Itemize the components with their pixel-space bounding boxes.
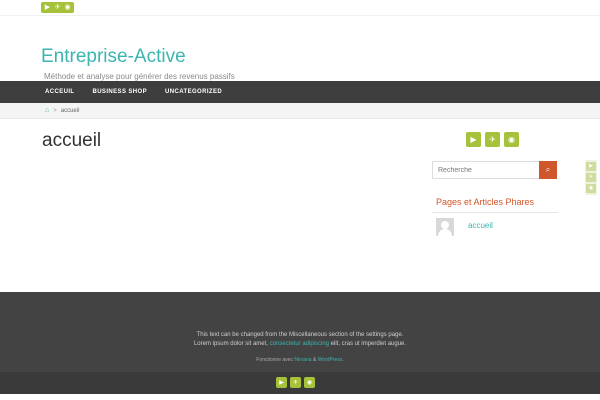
footer-social-icons: ▶ ✈ ◉ <box>276 377 315 388</box>
site-title[interactable]: Entreprise-Active <box>41 46 186 68</box>
avatar-head-shape <box>441 221 449 229</box>
nav-item-business-shop[interactable]: BUSINESS SHOP <box>92 89 147 95</box>
site-footer: This text can be changed from the Miscel… <box>0 292 600 372</box>
youtube-icon[interactable]: ▶ <box>466 132 481 147</box>
footer-text-line1: This text can be changed from the Miscel… <box>196 332 404 338</box>
youtube-icon[interactable]: ▶ <box>276 377 287 388</box>
nav-item-acceuil[interactable]: ACCEUIL <box>45 89 74 95</box>
breadcrumb: ⌂ > accueil <box>0 103 600 119</box>
rss-icon[interactable]: ◉ <box>504 132 519 147</box>
floating-social-bar: ▶ ✈ ◉ <box>585 160 597 195</box>
widget-title: Pages et Articles Phares <box>436 197 535 207</box>
rss-icon[interactable]: ◉ <box>304 377 315 388</box>
search-input[interactable] <box>433 162 539 178</box>
breadcrumb-current: accueil <box>60 107 80 114</box>
top-social-icons: ▶ ✈ ◉ <box>41 2 74 13</box>
search-button[interactable]: ⌕ <box>539 161 557 179</box>
widget-link-accueil[interactable]: accueil <box>468 221 493 230</box>
avatar-body-shape <box>438 229 452 236</box>
search-icon: ⌕ <box>545 165 551 174</box>
search-form: ⌕ <box>432 161 557 179</box>
twitter-icon[interactable]: ✈ <box>586 173 596 182</box>
main-nav: ACCEUIL BUSINESS SHOP UNCATEGORIZED <box>0 81 600 103</box>
rss-icon[interactable]: ◉ <box>586 184 596 193</box>
nav-item-uncategorized[interactable]: UNCATEGORIZED <box>165 89 222 95</box>
site-header: Entreprise-Active Méthode et analyse pou… <box>0 16 600 81</box>
top-bar: ▶ ✈ ◉ <box>0 0 600 16</box>
widget-divider <box>432 212 558 213</box>
wordpress-link[interactable]: WordPress <box>318 357 343 363</box>
footer-text-line2: Lorem ipsum dolor sit amet, consectetur … <box>0 341 600 347</box>
rss-icon[interactable]: ◉ <box>63 3 72 12</box>
nirvana-link[interactable]: Nirvana <box>294 357 311 363</box>
footer-text: Lorem ipsum dolor sit amet, <box>193 341 270 347</box>
home-icon[interactable]: ⌂ <box>45 107 49 114</box>
footer-text: elit, cras ut imperdiet augue. <box>329 341 407 347</box>
twitter-icon[interactable]: ✈ <box>485 132 500 147</box>
avatar[interactable] <box>436 218 454 236</box>
sidebar-social-icons: ▶ ✈ ◉ <box>466 132 519 147</box>
twitter-icon[interactable]: ✈ <box>53 3 62 12</box>
powered-by-text: Fonctionne avec <box>256 357 295 363</box>
bottom-bar: ▶ ✈ ◉ <box>0 372 600 394</box>
youtube-icon[interactable]: ▶ <box>586 162 596 171</box>
powered-by: Fonctionne avec Nirvana & WordPress. <box>0 357 600 363</box>
twitter-icon[interactable]: ✈ <box>290 377 301 388</box>
site-tagline: Méthode et analyse pour générer des reve… <box>44 72 235 81</box>
footer-link[interactable]: consectetur adipiscing <box>270 341 329 347</box>
youtube-icon[interactable]: ▶ <box>43 3 52 12</box>
page-title: accueil <box>42 130 102 151</box>
powered-by-text: . <box>342 357 344 363</box>
breadcrumb-separator: > <box>53 107 57 114</box>
